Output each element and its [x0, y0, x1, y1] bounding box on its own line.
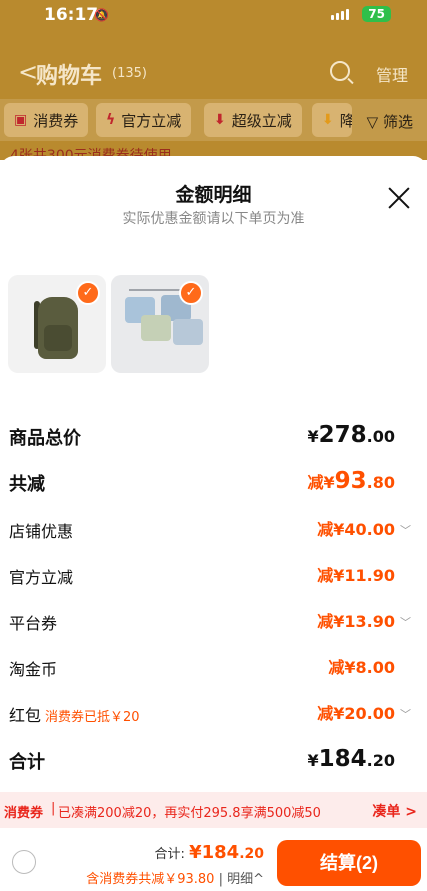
chip-label: 消费券: [33, 111, 79, 130]
taojinbi-value: 减¥8.00: [328, 658, 395, 677]
check-icon[interactable]: ✓: [76, 281, 100, 305]
chevron-down-icon: ﹀: [400, 524, 411, 537]
chip-price-drop[interactable]: ⬇ 降: [312, 103, 352, 137]
filter-chips: ▣ 消费券 ϟ 官方立减 ⬇ 超级立减 ⬇ 降 ▽ 筛选: [0, 99, 427, 141]
sheet-subtitle: 实际优惠金额请以下单页为准: [122, 211, 305, 227]
search-icon[interactable]: [330, 61, 350, 81]
add-items-link[interactable]: 凑单 >: [372, 801, 417, 821]
chevron-down-icon: ﹀: [400, 708, 411, 721]
row-label: 店铺优惠: [9, 522, 74, 541]
row-label: 淘金币: [9, 660, 58, 679]
total-discount-row: 共减 减¥93.80: [0, 462, 427, 502]
discount-summary: 含消费券共减￥93.80 | 明细^: [86, 872, 264, 887]
red-packet-note: 消费券已抵￥20: [45, 710, 140, 725]
checkout-bar: 合计: ¥184.20 含消费券共减￥93.80 | 明细^ 结算(2): [0, 828, 427, 891]
cart-count: (135): [112, 66, 147, 81]
platform-coupon-row[interactable]: 平台券 减¥13.90 ﹀: [0, 602, 427, 642]
promo-tag: 消费券: [4, 806, 44, 821]
row-label: 共减: [9, 474, 45, 495]
row-label: 平台券: [9, 614, 58, 633]
manage-button[interactable]: 管理: [376, 62, 408, 86]
taojinbi-row: 淘金币 减¥8.00: [0, 648, 427, 688]
product-thumbnail-underwear[interactable]: ✓: [111, 275, 209, 373]
row-label: 合计: [9, 752, 45, 773]
product-thumbnail-backpack[interactable]: ✓: [8, 275, 106, 373]
row-label: 商品总价: [9, 428, 81, 449]
dimmed-background: 16:17 🔕 ≋ 75 < 购物车 (135) 管理 ▣ 消费券 ϟ 官方立减…: [0, 0, 427, 164]
detail-toggle[interactable]: 明细^: [227, 872, 264, 887]
sum-row: 合计 ¥184.20: [0, 740, 427, 780]
chip-coupon[interactable]: ▣ 消费券: [4, 103, 89, 137]
filter-button[interactable]: ▽ 筛选: [367, 111, 413, 132]
promo-divider: |: [51, 801, 56, 816]
status-time: 16:17: [44, 5, 99, 25]
checkout-button[interactable]: 结算(2): [277, 840, 421, 886]
goods-total-row: 商品总价 ¥278.00: [0, 416, 427, 456]
chip-super-discount[interactable]: ⬇ 超级立减: [204, 103, 302, 137]
chip-label: 降: [339, 111, 352, 130]
row-label: 红包 消费券已抵￥20: [9, 706, 140, 725]
chevron-down-icon: ﹀: [400, 616, 411, 629]
chip-label: 超级立减: [231, 111, 292, 130]
arrow-down-icon: ⬇: [214, 112, 226, 128]
mute-icon: 🔕: [94, 8, 109, 22]
lightning-icon: ϟ: [106, 112, 116, 128]
close-icon[interactable]: [387, 186, 411, 210]
check-icon[interactable]: ✓: [179, 281, 203, 305]
cart-nav-bar: < 购物车 (135) 管理: [0, 50, 427, 94]
goods-total-value: ¥278.00: [307, 422, 396, 448]
status-bar: 16:17 🔕 ≋ 75: [0, 0, 427, 32]
chip-label: 官方立减: [121, 111, 182, 130]
chip-official-discount[interactable]: ϟ 官方立减: [96, 103, 192, 137]
coupon-icon: ▣: [14, 112, 28, 128]
promo-text: 已凑满200减20，再实付295.8享满500减50: [58, 806, 321, 821]
official-discount-row: 官方立减 减¥11.90: [0, 556, 427, 596]
total-discount-value: 减¥93.80: [307, 468, 396, 494]
checkout-total: 合计: ¥184.20: [154, 842, 264, 863]
official-discount-value: 减¥11.90: [317, 566, 395, 585]
row-label: 官方立减: [9, 568, 74, 587]
red-packet-row[interactable]: 红包 消费券已抵￥20 减¥20.00 ﹀: [0, 694, 427, 734]
red-packet-value: 减¥20.00: [317, 704, 395, 723]
battery-icon: 75: [362, 6, 391, 22]
store-discount-value: 减¥40.00: [317, 520, 395, 539]
arrow-down-icon: ⬇: [322, 112, 334, 128]
select-all-radio[interactable]: [12, 850, 36, 874]
platform-coupon-value: 减¥13.90: [317, 612, 395, 631]
page-title: 购物车: [36, 64, 103, 89]
store-discount-row[interactable]: 店铺优惠 减¥40.00 ﹀: [0, 510, 427, 550]
sheet-title: 金额明细: [175, 184, 252, 206]
amount-detail-sheet: 金额明细 实际优惠金额请以下单页为准 ✓ ✓ 商品总价 ¥278.00 共减 减…: [0, 156, 427, 891]
signal-icon: [331, 9, 349, 20]
coupon-promo-bar: 消费券 | 已凑满200减20，再实付295.8享满500减50 凑单 >: [0, 792, 427, 828]
sum-value: ¥184.20: [307, 746, 396, 772]
